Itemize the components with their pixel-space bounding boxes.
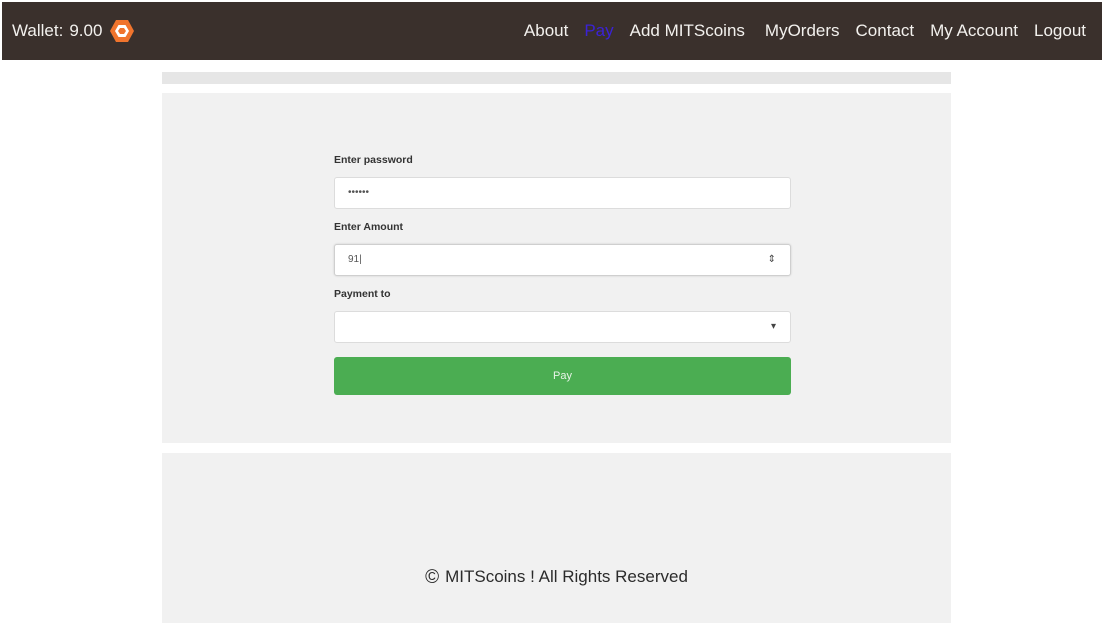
nav-add-mitscoins[interactable]: Add MITScoins [630,21,745,41]
nav-logout[interactable]: Logout [1034,21,1086,41]
nav-contact[interactable]: Contact [856,21,915,41]
password-field[interactable]: •••••• [334,177,791,209]
nav-about[interactable]: About [524,21,568,41]
main-nav: About Pay Add MITScoins MyOrders Contact… [508,2,1086,60]
wallet-value: 9.00 [69,21,103,40]
payment-form: Enter password •••••• Enter Amount 91| ⇕… [334,153,791,395]
payment-panel: Enter password •••••• Enter Amount 91| ⇕… [162,93,951,443]
copyright-icon: © [425,567,440,588]
nav-my-orders[interactable]: MyOrders [765,21,840,41]
nav-pay[interactable]: Pay [584,21,613,41]
payment-to-label: Payment to [334,288,391,300]
top-navbar: Wallet: 9.00 About Pay Add MITScoins MyO… [2,2,1102,60]
wallet-balance: Wallet: 9.00 [12,2,135,60]
copyright-label: MITScoins ! All Rights Reserved [445,567,688,586]
hexagon-coin-icon [109,18,135,44]
nav-my-account[interactable]: My Account [930,21,1018,41]
copyright-text: © MITScoins ! All Rights Reserved [162,567,951,589]
payment-to-select[interactable]: ▾ [334,311,791,343]
amount-label: Enter Amount [334,221,404,233]
pay-button[interactable]: Pay [334,357,791,395]
amount-field[interactable]: 91| ⇕ [334,244,791,276]
wallet-label: Wallet: [12,21,64,40]
footer: © MITScoins ! All Rights Reserved [162,453,951,623]
top-divider-strip [162,72,951,84]
amount-value: 91| [348,254,362,265]
password-label: Enter password [334,154,413,166]
stepper-arrows-icon[interactable]: ⇕ [768,245,776,275]
dropdown-arrow-icon: ▾ [770,321,776,332]
